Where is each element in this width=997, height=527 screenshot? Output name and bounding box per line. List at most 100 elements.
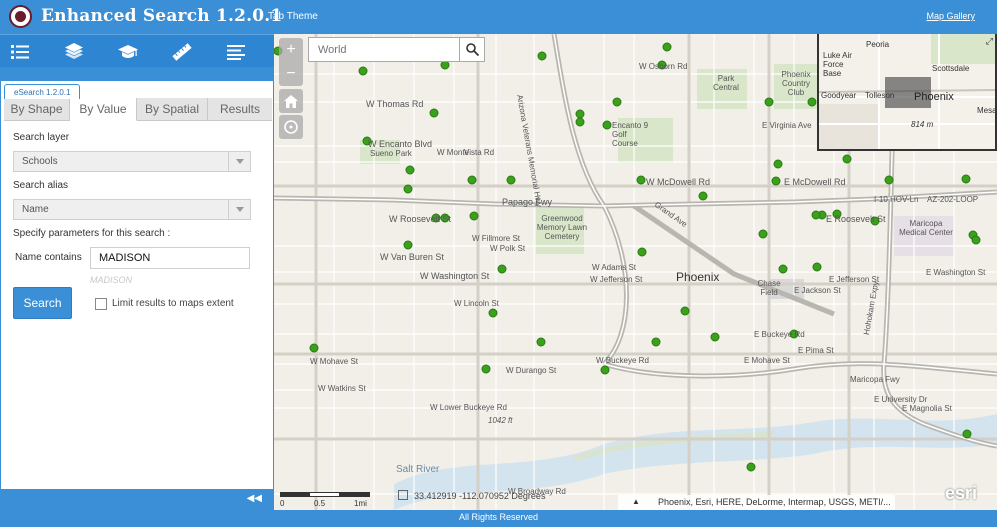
street-label: W Polk St <box>490 244 526 253</box>
school-marker[interactable] <box>710 332 720 342</box>
name-contains-input[interactable] <box>90 247 250 269</box>
school-marker[interactable] <box>758 229 768 239</box>
chevron-down-icon <box>228 152 250 171</box>
school-marker[interactable] <box>778 264 788 274</box>
school-marker[interactable] <box>506 175 516 185</box>
search-layer-value: Schools <box>22 156 58 167</box>
school-marker[interactable] <box>771 176 781 186</box>
overview-toggle-icon[interactable]: ⤢ <box>986 36 993 47</box>
geocoder-search-input[interactable] <box>308 37 460 62</box>
scale-label: 1mi <box>354 499 367 508</box>
education-icon[interactable] <box>108 35 148 68</box>
school-marker[interactable] <box>812 262 822 272</box>
coordinate-readout: 33.412919 -112.070952 Degrees <box>414 491 546 501</box>
tab-by-spatial[interactable]: By Spatial <box>137 98 208 121</box>
school-marker[interactable] <box>773 159 783 169</box>
name-contains-hint: MADISON <box>90 275 133 285</box>
zoom-out-button[interactable]: − <box>279 62 303 86</box>
street-label: Papago Fwy <box>502 197 553 207</box>
coordinate-icon[interactable] <box>398 490 408 500</box>
street-label: W Jefferson St <box>590 275 643 284</box>
school-marker[interactable] <box>403 184 413 194</box>
school-marker[interactable] <box>467 175 477 185</box>
map-view[interactable]: W Osborn Rd W Thomas Rd W Encanto Blvd W… <box>274 34 997 510</box>
street-label: Vista Rd <box>464 148 495 157</box>
overview-label: Goodyear <box>821 91 857 100</box>
map-gallery-link[interactable]: Map Gallery <box>926 11 975 21</box>
school-marker[interactable] <box>961 174 971 184</box>
school-marker[interactable] <box>600 365 610 375</box>
crosshair-icon <box>284 120 298 134</box>
school-marker[interactable] <box>358 66 368 76</box>
scale-label: 0.5 <box>314 499 326 508</box>
school-marker[interactable] <box>575 109 585 119</box>
park-label: Encanto 9 Golf Course <box>612 121 649 148</box>
school-marker[interactable] <box>403 240 413 250</box>
street-label: W Osborn Rd <box>639 62 688 71</box>
street-label: W Adams St <box>592 263 637 272</box>
school-marker[interactable] <box>811 210 821 220</box>
legend-icon[interactable] <box>0 35 40 68</box>
school-marker[interactable] <box>971 235 981 245</box>
school-marker[interactable] <box>536 337 546 347</box>
overview-map[interactable]: Peoria Scottsdale Luke Air Force Base Go… <box>817 34 997 151</box>
chevron-down-icon <box>228 200 250 219</box>
school-marker[interactable] <box>636 175 646 185</box>
school-marker[interactable] <box>575 117 585 127</box>
zoom-in-button[interactable]: + <box>279 38 303 62</box>
street-label: W Encanto Blvd <box>368 139 433 149</box>
school-marker[interactable] <box>662 42 672 52</box>
school-marker[interactable] <box>764 97 774 107</box>
street-label: W Roosevelt St <box>389 214 452 224</box>
esri-logo: esri <box>945 483 978 503</box>
school-marker[interactable] <box>962 429 972 439</box>
school-marker[interactable] <box>842 154 852 164</box>
park-label: Phoenix Country Club <box>781 70 811 97</box>
street-label: W Buckeye Rd <box>596 356 649 365</box>
school-marker[interactable] <box>309 343 319 353</box>
ruler-icon[interactable] <box>162 35 202 68</box>
tab-results[interactable]: Results <box>208 98 272 121</box>
collapse-left-icon[interactable]: ◀◀ <box>247 493 262 504</box>
street-label: E Virginia Ave <box>762 121 812 130</box>
tab-by-shape[interactable]: By Shape <box>4 98 70 121</box>
tab-by-value[interactable]: By Value <box>70 98 137 121</box>
overview-label: Tolleson <box>865 91 895 100</box>
school-marker[interactable] <box>497 264 507 274</box>
limit-extent-checkbox[interactable] <box>95 298 107 310</box>
school-marker[interactable] <box>481 364 491 374</box>
school-marker[interactable] <box>807 97 817 107</box>
school-marker[interactable] <box>537 51 547 61</box>
school-marker[interactable] <box>746 462 756 472</box>
school-marker[interactable] <box>469 211 479 221</box>
school-marker[interactable] <box>440 60 450 70</box>
school-marker[interactable] <box>637 247 647 257</box>
limit-extent-label: Limit results to maps extent <box>112 298 234 309</box>
elevation-label: 1042 ft <box>488 416 513 425</box>
street-label: W Watkins St <box>318 384 366 393</box>
overview-city-label: Phoenix <box>914 91 954 103</box>
school-marker[interactable] <box>612 97 622 107</box>
home-button[interactable] <box>279 89 303 113</box>
overview-label: 814 m <box>911 120 934 129</box>
search-alias-select[interactable]: Name <box>13 199 251 220</box>
geocoder-search-button[interactable] <box>459 37 485 62</box>
street-label: E Magnolia St <box>902 404 952 413</box>
widget-title-tab[interactable]: eSearch 1.2.0.1 <box>4 84 81 99</box>
school-marker[interactable] <box>698 191 708 201</box>
locate-button[interactable] <box>279 115 303 139</box>
search-button[interactable]: Search <box>13 287 72 319</box>
school-marker[interactable] <box>488 308 498 318</box>
search-alias-label: Search alias <box>13 180 69 191</box>
school-marker[interactable] <box>429 108 439 118</box>
street-label: E Buckeye Rd <box>754 330 805 339</box>
search-layer-select[interactable]: Schools <box>13 151 251 172</box>
menu-icon[interactable] <box>216 35 256 68</box>
layers-icon[interactable] <box>54 35 94 68</box>
school-marker[interactable] <box>651 337 661 347</box>
school-marker[interactable] <box>405 165 415 175</box>
school-marker[interactable] <box>884 175 894 185</box>
school-marker[interactable] <box>602 120 612 130</box>
attribution-toggle[interactable]: ▲ <box>618 495 654 510</box>
school-marker[interactable] <box>680 306 690 316</box>
